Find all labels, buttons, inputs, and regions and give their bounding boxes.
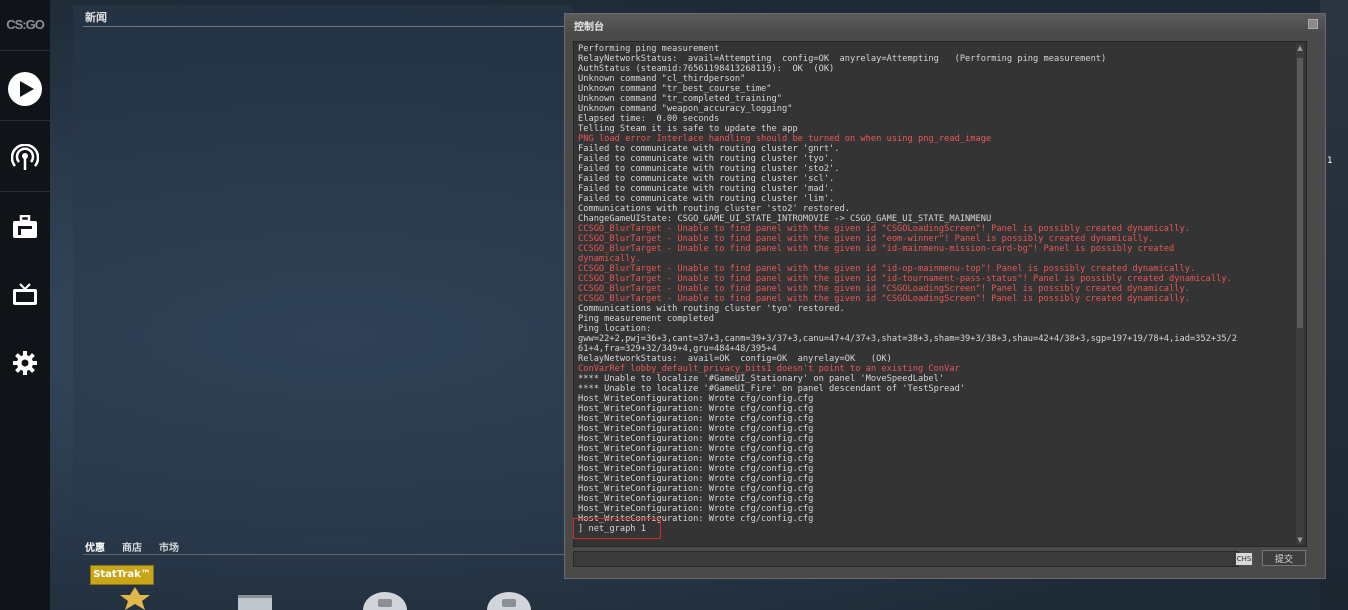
console-log-line: Failed to communicate with routing clust… bbox=[578, 174, 835, 184]
news-divider bbox=[83, 26, 573, 27]
console-log-line: Communications with routing cluster 'tyo… bbox=[578, 304, 845, 314]
console-log-line: Performing ping measurement bbox=[578, 44, 720, 54]
console-log-line: ConVarRef lobby_default_privacy_bits1 do… bbox=[578, 364, 960, 374]
console-output: Performing ping measurement RelayNetworkS… bbox=[573, 41, 1307, 547]
close-icon[interactable] bbox=[1308, 19, 1318, 29]
store-item-capsule[interactable] bbox=[484, 585, 534, 610]
console-log-line: CCSGO_BlurTarget - Unable to find panel … bbox=[578, 224, 1190, 234]
console-log-line: Ping measurement completed bbox=[578, 314, 714, 324]
tab-store[interactable]: 商店 bbox=[122, 539, 142, 554]
console-log-line: Host_WriteConfiguration: Wrote cfg/confi… bbox=[578, 474, 814, 484]
command-highlight-box bbox=[573, 518, 661, 539]
console-log-line: Failed to communicate with routing clust… bbox=[578, 164, 840, 174]
ime-language-badge: CHS bbox=[1236, 553, 1252, 565]
console-log-line: CCSGO_BlurTarget - Unable to find panel … bbox=[578, 234, 1154, 244]
news-title: 新闻 bbox=[85, 11, 107, 24]
console-log-line: Elapsed time: 0.00 seconds bbox=[578, 114, 720, 124]
console-log-line: Host_WriteConfiguration: Wrote cfg/confi… bbox=[578, 484, 814, 494]
console-log-line: CCSGO_BlurTarget - Unable to find panel … bbox=[578, 244, 1175, 254]
tab-market[interactable]: 市场 bbox=[159, 539, 179, 554]
sidebar-item-tv[interactable] bbox=[0, 272, 50, 318]
console-log-line: Telling Steam it is safe to update the a… bbox=[578, 124, 798, 134]
tv-icon bbox=[13, 283, 37, 305]
console-log-line: dynamically. bbox=[578, 254, 641, 264]
console-log-line: Host_WriteConfiguration: Wrote cfg/confi… bbox=[578, 504, 814, 514]
console-log-line: Unknown command "tr_completed_training" bbox=[578, 94, 782, 104]
stattrak-badge: StatTrak™ bbox=[90, 565, 154, 585]
csgo-logo: CS:GO bbox=[6, 17, 45, 32]
console-log-line: ] net_graph 1 bbox=[578, 524, 646, 534]
console-log-line: Host_WriteConfiguration: Wrote cfg/confi… bbox=[578, 454, 814, 464]
sidebar-item-play[interactable] bbox=[0, 66, 50, 112]
play-icon bbox=[8, 72, 42, 106]
console-log-line: Communications with routing cluster 'sto… bbox=[578, 204, 850, 214]
console-log-line: Unknown command "weapon_accuracy_logging… bbox=[578, 104, 793, 114]
console-log-line: PNG load error Interlace handling should… bbox=[578, 134, 992, 144]
store-item-pin[interactable] bbox=[110, 585, 160, 610]
console-log-line: **** Unable to localize '#GameUI_Station… bbox=[578, 374, 945, 384]
tab-deals[interactable]: 优惠 bbox=[85, 539, 105, 554]
store-item-capsule[interactable] bbox=[360, 585, 410, 610]
console-log-line: 61+4,fra=329+32/349+4,gru=484+48/395+4 bbox=[578, 344, 777, 354]
console-log-line: CCSGO_BlurTarget - Unable to find panel … bbox=[578, 264, 1196, 274]
console-log-line: Host_WriteConfiguration: Wrote cfg/confi… bbox=[578, 434, 814, 444]
console-scrollbar[interactable]: ▲ ▼ bbox=[1296, 44, 1304, 544]
right-edge-number: 1 bbox=[1327, 156, 1333, 166]
news-panel bbox=[73, 5, 573, 535]
console-log-line: Host_WriteConfiguration: Wrote cfg/confi… bbox=[578, 514, 814, 524]
tabs-divider bbox=[83, 554, 573, 555]
broadcast-icon bbox=[11, 144, 39, 170]
console-log-line: Ping location: bbox=[578, 324, 652, 334]
sidebar-item-watch[interactable] bbox=[0, 135, 50, 181]
console-title: 控制台 bbox=[574, 22, 604, 33]
scroll-down-icon[interactable]: ▼ bbox=[1296, 536, 1304, 544]
console-log-line: Host_WriteConfiguration: Wrote cfg/confi… bbox=[578, 494, 814, 504]
console-log-line: Unknown command "cl_thirdperson" bbox=[578, 74, 746, 84]
console-log-line: RelayNetworkStatus: avail=Attempting con… bbox=[578, 54, 1107, 64]
console-log-line: Unknown command "tr_best_course_time" bbox=[578, 84, 772, 94]
console-log-line: RelayNetworkStatus: avail=OK config=OK a… bbox=[578, 354, 892, 364]
console-window: 控制台 Performing ping measurement RelayNetw… bbox=[564, 13, 1326, 579]
store-tabs: 优惠 商店 市场 bbox=[85, 539, 179, 554]
sidebar-item-settings[interactable] bbox=[0, 340, 50, 386]
briefcase-icon bbox=[13, 215, 37, 238]
console-command-input[interactable] bbox=[573, 551, 1239, 567]
store-item-case[interactable] bbox=[232, 585, 282, 610]
console-log-line: Failed to communicate with routing clust… bbox=[578, 144, 840, 154]
console-log-line: Host_WriteConfiguration: Wrote cfg/confi… bbox=[578, 414, 814, 424]
main-sidebar: CS:GO bbox=[0, 0, 50, 610]
console-log-line: ChangeGameUIState: CSGO_GAME_UI_STATE_IN… bbox=[578, 214, 992, 224]
console-log-line: Host_WriteConfiguration: Wrote cfg/confi… bbox=[578, 404, 814, 414]
console-log-line: Host_WriteConfiguration: Wrote cfg/confi… bbox=[578, 424, 814, 434]
console-titlebar[interactable]: 控制台 bbox=[565, 14, 1325, 34]
console-log-line: Failed to communicate with routing clust… bbox=[578, 184, 835, 194]
console-log-line: Failed to communicate with routing clust… bbox=[578, 194, 835, 204]
scroll-thumb[interactable] bbox=[1297, 58, 1303, 328]
submit-button[interactable]: 提交 bbox=[1262, 550, 1306, 566]
console-log-line: CCSGO_BlurTarget - Unable to find panel … bbox=[578, 294, 1190, 304]
console-log-line: CCSGO_BlurTarget - Unable to find panel … bbox=[578, 284, 1190, 294]
console-log-line: Failed to communicate with routing clust… bbox=[578, 154, 835, 164]
sidebar-item-inventory[interactable] bbox=[0, 204, 50, 250]
console-log-line: CCSGO_BlurTarget - Unable to find panel … bbox=[578, 274, 1232, 284]
sidebar-divider bbox=[0, 50, 50, 51]
console-log-line: Host_WriteConfiguration: Wrote cfg/confi… bbox=[578, 464, 814, 474]
console-log-line: **** Unable to localize '#GameUI_Fire' o… bbox=[578, 384, 966, 394]
gear-icon bbox=[13, 351, 37, 375]
sidebar-divider bbox=[0, 120, 50, 121]
console-log-line: Host_WriteConfiguration: Wrote cfg/confi… bbox=[578, 444, 814, 454]
sidebar-divider bbox=[0, 191, 50, 192]
console-log: Performing ping measurement RelayNetworkS… bbox=[574, 42, 1306, 534]
scroll-up-icon[interactable]: ▲ bbox=[1296, 44, 1304, 52]
console-log-line: AuthStatus (steamid:76561198413268119): … bbox=[578, 64, 835, 74]
console-log-line: Host_WriteConfiguration: Wrote cfg/confi… bbox=[578, 394, 814, 404]
console-log-line: gww=22+2,pwj=36+3,cant=37+3,canm=39+3/37… bbox=[578, 334, 1238, 344]
